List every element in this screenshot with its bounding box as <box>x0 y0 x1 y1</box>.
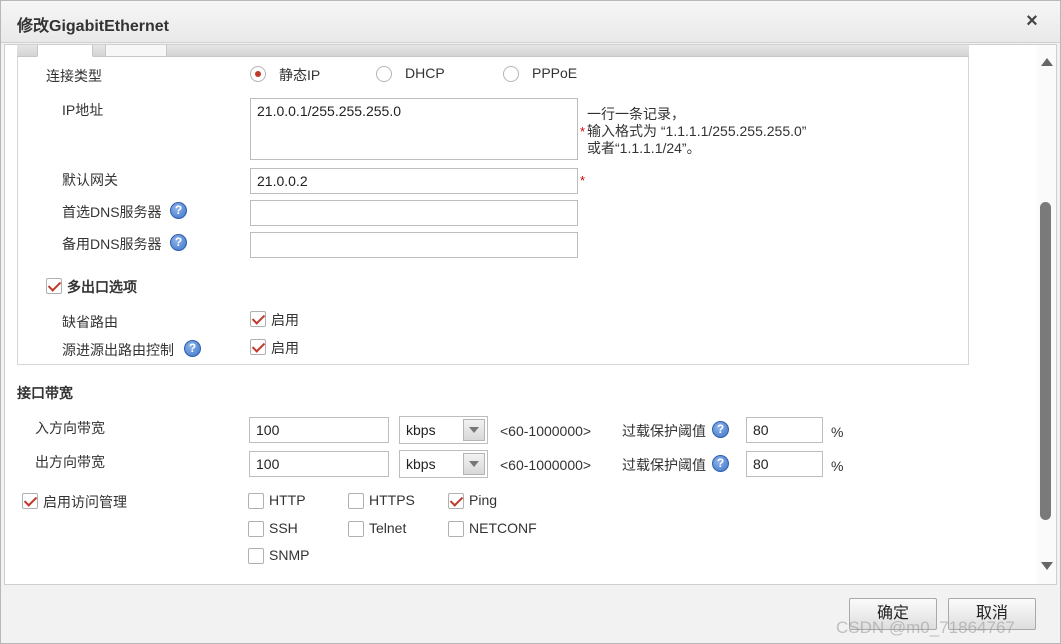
inbound-bandwidth-input[interactable]: 100 <box>249 417 389 443</box>
dns-secondary-input[interactable] <box>250 232 578 258</box>
dialog-title: 修改GigabitEthernet <box>17 18 170 35</box>
telnet-label: Telnet <box>369 520 407 536</box>
multi-exit-label: 多出口选项 <box>67 279 137 295</box>
default-route-label: 缺省路由 <box>62 314 118 330</box>
netconf-label: NETCONF <box>469 520 537 536</box>
connection-type-label: 连接类型 <box>46 68 102 84</box>
tab-advanced[interactable] <box>105 45 167 57</box>
tab-basic[interactable] <box>37 45 93 57</box>
scroll-thumb[interactable] <box>1040 202 1051 520</box>
outbound-threshold-input[interactable]: 80 <box>746 451 823 477</box>
netconf-checkbox[interactable] <box>448 521 464 537</box>
dns-primary-help-icon[interactable]: ? <box>170 202 187 219</box>
outbound-unit-value: kbps <box>406 456 436 472</box>
radio-static-ip[interactable] <box>250 66 266 82</box>
outbound-bandwidth-input[interactable]: 100 <box>249 451 389 477</box>
dns-secondary-label: 备用DNS服务器 <box>62 236 162 252</box>
inbound-unit-select[interactable]: kbps <box>399 416 488 444</box>
default-route-enable-label: 启用 <box>271 312 299 328</box>
chevron-down-icon[interactable] <box>463 453 485 475</box>
vertical-scrollbar[interactable] <box>1037 45 1056 584</box>
chevron-down-icon[interactable] <box>463 419 485 441</box>
http-label: HTTP <box>269 492 306 508</box>
access-management-label: 启用访问管理 <box>43 494 127 510</box>
ssh-checkbox[interactable] <box>248 521 264 537</box>
ip-address-label: IP地址 <box>62 102 104 118</box>
gateway-label: 默认网关 <box>62 172 118 188</box>
modify-interface-dialog: 修改GigabitEthernet × 连接类型 静态IP DHCP PPPoE… <box>0 0 1061 644</box>
snmp-checkbox[interactable] <box>248 548 264 564</box>
default-route-checkbox[interactable] <box>250 311 266 327</box>
dialog-body: 连接类型 静态IP DHCP PPPoE IP地址 21.0.0.1/255.2… <box>4 44 1057 585</box>
ip-required-mark: * <box>580 124 586 139</box>
dialog-titlebar: 修改GigabitEthernet × <box>1 1 1060 43</box>
inbound-bandwidth-label: 入方向带宽 <box>35 420 105 436</box>
radio-dhcp[interactable] <box>376 66 392 82</box>
snmp-label: SNMP <box>269 547 310 563</box>
dns-primary-input[interactable] <box>250 200 578 226</box>
dns-secondary-help-icon[interactable]: ? <box>170 234 187 251</box>
dns-primary-label: 首选DNS服务器 <box>62 204 162 220</box>
tab-strip <box>17 45 969 57</box>
inbound-percent: % <box>831 424 844 440</box>
gateway-required-mark: * <box>580 173 586 188</box>
radio-pppoe-label[interactable]: PPPoE <box>532 65 577 81</box>
multi-exit-checkbox[interactable] <box>46 278 62 294</box>
radio-static-ip-label[interactable]: 静态IP <box>279 65 320 85</box>
outbound-threshold-label: 过载保护阈值 <box>622 457 706 473</box>
access-management-checkbox[interactable] <box>22 493 38 509</box>
source-route-help-icon[interactable]: ? <box>184 340 201 357</box>
outbound-unit-select[interactable]: kbps <box>399 450 488 478</box>
source-route-enable-label: 启用 <box>271 340 299 356</box>
ssh-label: SSH <box>269 520 298 536</box>
inbound-unit-value: kbps <box>406 422 436 438</box>
ip-hint-line2: 输入格式为 “1.1.1.1/255.255.255.0” <box>587 123 807 139</box>
outbound-threshold-help-icon[interactable]: ? <box>712 455 729 472</box>
ping-label: Ping <box>469 492 498 508</box>
outbound-range: <60-1000000> <box>500 457 592 473</box>
gateway-input[interactable]: 21.0.0.2 <box>250 168 578 194</box>
outbound-bandwidth-label: 出方向带宽 <box>35 454 105 470</box>
inbound-range: <60-1000000> <box>500 423 592 439</box>
https-checkbox[interactable] <box>348 493 364 509</box>
ip-hint-line3: 或者“1.1.1.1/24”。 <box>587 140 701 156</box>
ip-address-textarea[interactable]: 21.0.0.1/255.255.255.0 <box>250 98 578 160</box>
inbound-threshold-input[interactable]: 80 <box>746 417 823 443</box>
watermark: CSDN @m0_71864767 <box>836 618 1015 637</box>
ip-hint-line1: 一行一条记录， <box>587 106 685 122</box>
telnet-checkbox[interactable] <box>348 521 364 537</box>
scroll-up-icon[interactable] <box>1041 58 1053 66</box>
bandwidth-section-title: 接口带宽 <box>17 385 73 401</box>
radio-dhcp-label[interactable]: DHCP <box>405 65 445 81</box>
https-label: HTTPS <box>369 492 415 508</box>
inbound-threshold-label: 过载保护阈值 <box>622 423 706 439</box>
radio-pppoe[interactable] <box>503 66 519 82</box>
ping-checkbox[interactable] <box>448 493 464 509</box>
close-icon[interactable]: × <box>1022 10 1042 32</box>
outbound-percent: % <box>831 458 844 474</box>
http-checkbox[interactable] <box>248 493 264 509</box>
source-route-label: 源进源出路由控制 <box>62 342 174 358</box>
source-route-checkbox[interactable] <box>250 339 266 355</box>
inbound-threshold-help-icon[interactable]: ? <box>712 421 729 438</box>
scroll-down-icon[interactable] <box>1041 562 1053 570</box>
